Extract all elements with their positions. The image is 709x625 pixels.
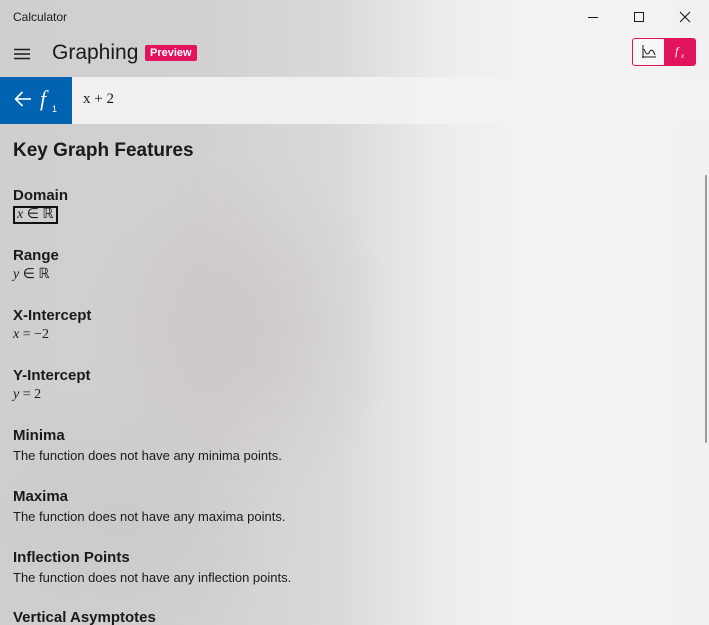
function-list-button[interactable]: f x xyxy=(664,39,695,65)
function-icon: f x xyxy=(675,44,685,60)
feature-label: X-Intercept xyxy=(13,307,92,324)
svg-text:x: x xyxy=(680,52,685,60)
feature-inflection-points: Inflection Points The function does not … xyxy=(13,549,291,587)
feature-y-intercept: Y-Intercept y = 2 xyxy=(13,367,91,404)
svg-text:f: f xyxy=(675,44,680,58)
feature-vertical-asymptotes: Vertical Asymptotes xyxy=(13,609,156,625)
math-expression: ∈ ℝ xyxy=(23,207,54,222)
back-to-functions-button[interactable]: f 1 xyxy=(0,77,72,124)
maximize-icon xyxy=(634,12,644,22)
graph-icon xyxy=(641,45,656,58)
close-icon xyxy=(679,11,691,23)
math-expression: ∈ ℝ xyxy=(19,267,50,282)
feature-value: y ∈ ℝ xyxy=(13,266,59,284)
feature-value[interactable]: x ∈ ℝ xyxy=(13,206,68,224)
feature-value: y = 2 xyxy=(13,386,91,404)
feature-label: Inflection Points xyxy=(13,549,130,566)
close-button[interactable] xyxy=(662,0,708,34)
minimize-button[interactable] xyxy=(570,0,616,34)
function-name: f xyxy=(40,86,47,111)
title-bar[interactable]: Calculator xyxy=(0,0,709,34)
page-title: Graphing xyxy=(52,41,139,64)
arrow-left-icon xyxy=(14,91,31,107)
graph-view-button[interactable] xyxy=(633,39,664,65)
feature-maxima: Maxima The function does not have any ma… xyxy=(13,488,285,526)
feature-label: Range xyxy=(13,247,59,264)
preview-badge: Preview xyxy=(145,45,197,61)
function-expression: x + 2 xyxy=(83,91,114,107)
key-graph-features-title: Key Graph Features xyxy=(13,140,194,161)
math-expression: = 2 xyxy=(19,387,42,402)
feature-value: The function does not have any minima po… xyxy=(13,448,282,463)
hamburger-menu-button[interactable] xyxy=(6,38,38,70)
feature-domain: Domain x ∈ ℝ xyxy=(13,187,68,224)
graph-function-toggle[interactable]: f x xyxy=(632,38,696,66)
feature-label: Domain xyxy=(13,187,69,204)
feature-label: Y-Intercept xyxy=(13,367,91,384)
feature-value: The function does not have any maxima po… xyxy=(13,509,286,524)
feature-minima: Minima The function does not have any mi… xyxy=(13,427,282,465)
feature-range: Range y ∈ ℝ xyxy=(13,247,59,284)
scrollbar[interactable] xyxy=(705,175,707,443)
function-bar: f 1 x + 2 xyxy=(0,77,709,124)
focused-math-value[interactable]: x ∈ ℝ xyxy=(13,206,58,224)
minimize-icon xyxy=(588,17,598,18)
maximize-button[interactable] xyxy=(616,0,662,34)
feature-label: Minima xyxy=(13,427,65,444)
function-index: 1 xyxy=(52,104,58,114)
feature-value: The function does not have any inflectio… xyxy=(13,570,292,585)
feature-value: x = −2 xyxy=(13,326,91,344)
hamburger-icon xyxy=(14,48,30,60)
app-title: Calculator xyxy=(13,10,68,24)
math-expression: = −2 xyxy=(19,327,50,342)
feature-x-intercept: X-Intercept x = −2 xyxy=(13,307,91,344)
feature-label: Maxima xyxy=(13,488,69,505)
feature-label: Vertical Asymptotes xyxy=(13,609,156,625)
